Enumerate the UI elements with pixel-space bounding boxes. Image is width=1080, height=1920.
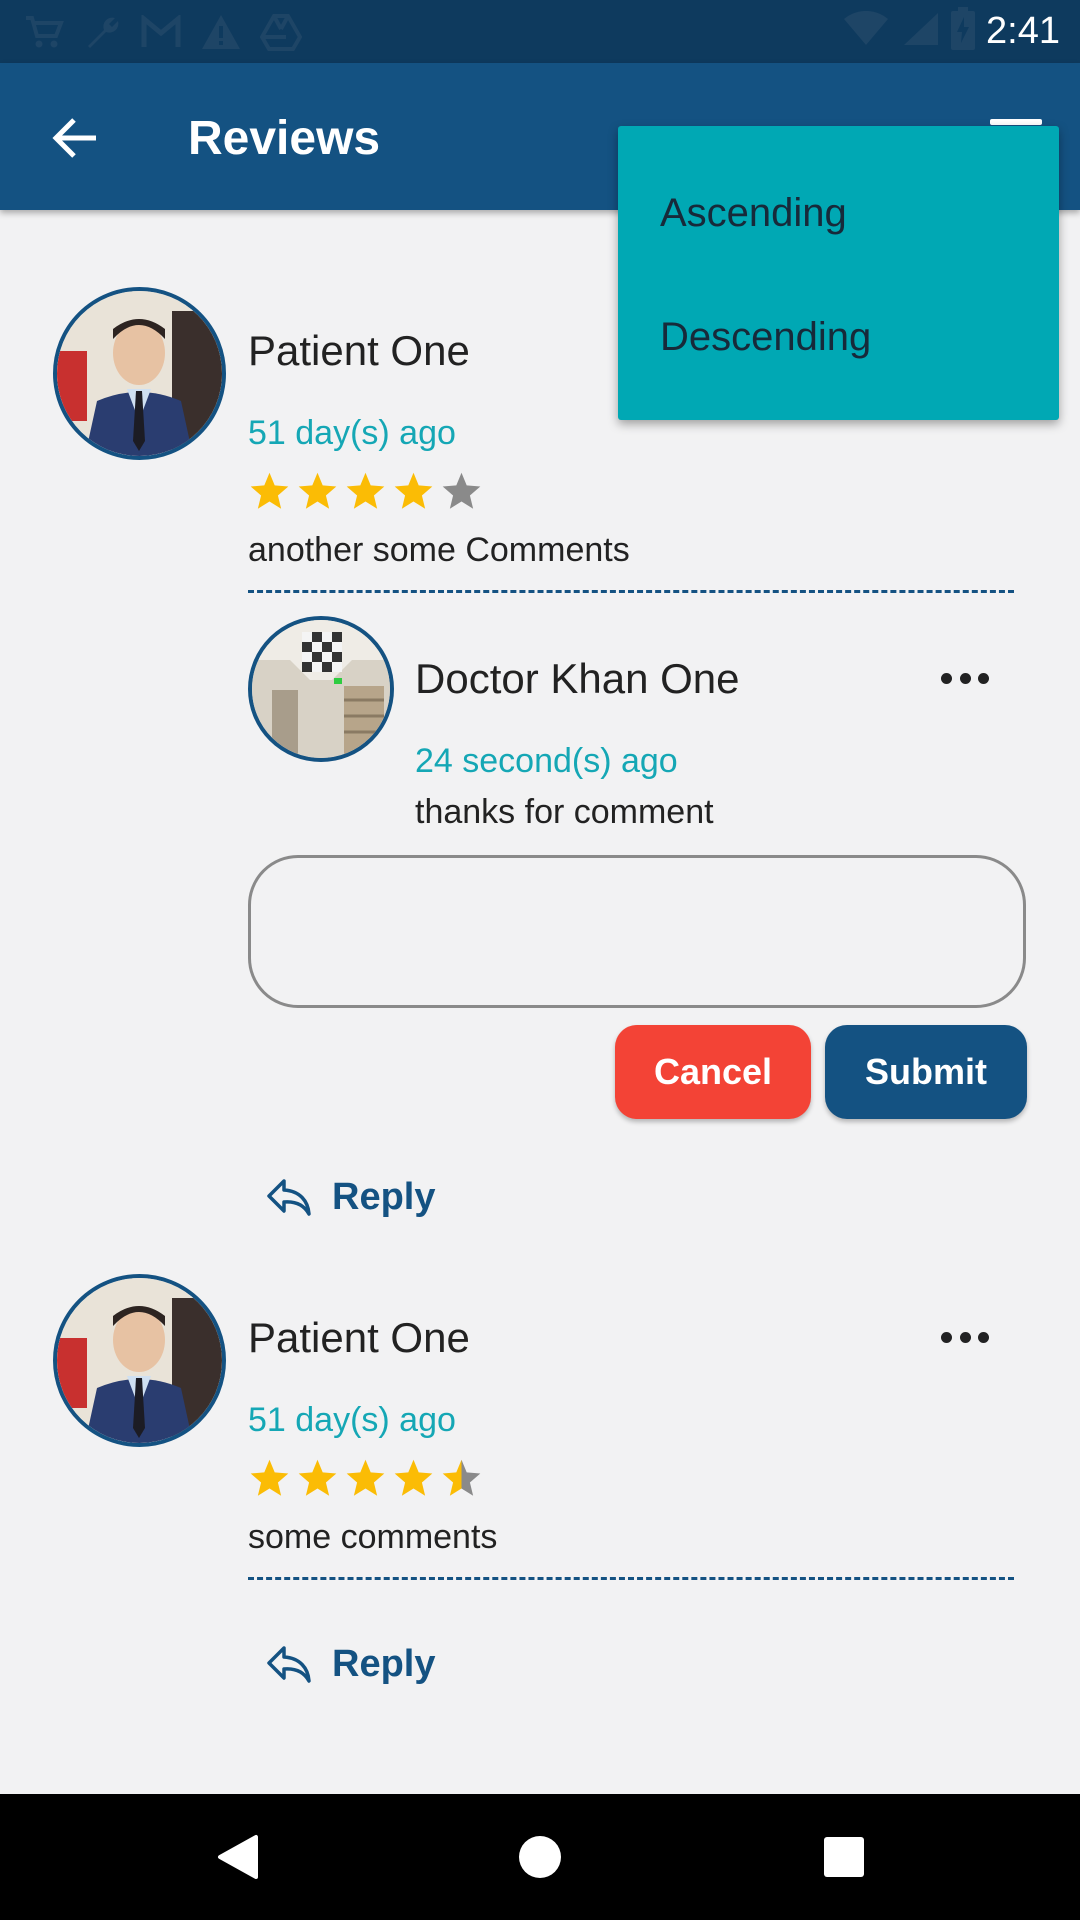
page-title: Reviews	[188, 112, 381, 165]
star-filled-icon	[298, 472, 337, 509]
divider	[248, 590, 1014, 593]
review-comment: another some Comments	[248, 531, 630, 569]
star-filled-icon	[250, 472, 289, 509]
arrow-back-icon	[52, 118, 96, 158]
avatar	[53, 287, 226, 460]
reply-input[interactable]	[248, 855, 1026, 1008]
reply-button[interactable]: Reply	[266, 1167, 435, 1227]
reply-label: Reply	[332, 1642, 436, 1685]
status-bar: 2:41	[0, 0, 1080, 63]
review-author: Patient One	[248, 1314, 470, 1361]
doctor-avatar-image	[252, 620, 390, 758]
star-empty-icon	[442, 472, 481, 509]
signal-icon	[900, 11, 940, 52]
reply-time: 24 second(s) ago	[415, 742, 678, 780]
sort-option-ascending[interactable]: Ascending	[618, 150, 1059, 276]
clock: 2:41	[986, 9, 1060, 52]
star-filled-icon	[346, 472, 385, 509]
square-recents-icon	[824, 1837, 864, 1877]
star-filled-icon	[346, 1459, 385, 1496]
system-nav-bar	[0, 1794, 1080, 1920]
review-time: 51 day(s) ago	[248, 1401, 456, 1439]
notification-icons	[24, 10, 302, 54]
star-filled-icon	[394, 1459, 433, 1496]
divider	[248, 1577, 1014, 1580]
star-half-icon	[442, 1459, 481, 1496]
nav-home-button[interactable]	[507, 1824, 573, 1890]
nav-back-button[interactable]	[205, 1824, 271, 1890]
reply-label: Reply	[332, 1175, 436, 1218]
triangle-back-icon	[218, 1835, 258, 1879]
more-options-button[interactable]	[935, 663, 995, 693]
wrench-icon	[82, 10, 122, 54]
battery-icon	[950, 6, 976, 56]
system-indicators: 2:41	[842, 6, 1060, 56]
sort-option-descending[interactable]: Descending	[618, 274, 1059, 400]
review-author: Patient One	[248, 327, 470, 374]
reply-icon	[267, 1646, 311, 1683]
review-comment: some comments	[248, 1518, 498, 1556]
patient-avatar-image	[57, 291, 222, 456]
more-options-button[interactable]	[935, 1322, 995, 1352]
sort-dropdown-menu: Ascending Descending	[618, 126, 1059, 420]
cancel-button[interactable]: Cancel	[615, 1025, 811, 1119]
star-filled-icon	[298, 1459, 337, 1496]
rating-stars	[248, 1457, 483, 1500]
avatar	[248, 616, 394, 762]
cart-icon	[24, 10, 64, 54]
warning-icon	[200, 10, 242, 54]
circle-home-icon	[519, 1836, 561, 1878]
patient-avatar-image	[57, 1278, 222, 1443]
reply-comment: thanks for comment	[415, 793, 714, 831]
drive-icon	[260, 10, 302, 54]
star-filled-icon	[394, 472, 433, 509]
gmail-icon	[140, 10, 182, 54]
star-filled-icon	[250, 1459, 289, 1496]
rating-stars	[248, 470, 483, 513]
reply-icon	[267, 1179, 311, 1216]
submit-button[interactable]: Submit	[825, 1025, 1027, 1119]
avatar	[53, 1274, 226, 1447]
back-button[interactable]	[40, 103, 110, 173]
nav-recents-button[interactable]	[811, 1824, 877, 1890]
wifi-icon	[842, 10, 890, 52]
reply-button[interactable]: Reply	[266, 1634, 435, 1694]
review-time: 51 day(s) ago	[248, 414, 456, 452]
reply-author: Doctor Khan One	[415, 655, 740, 702]
